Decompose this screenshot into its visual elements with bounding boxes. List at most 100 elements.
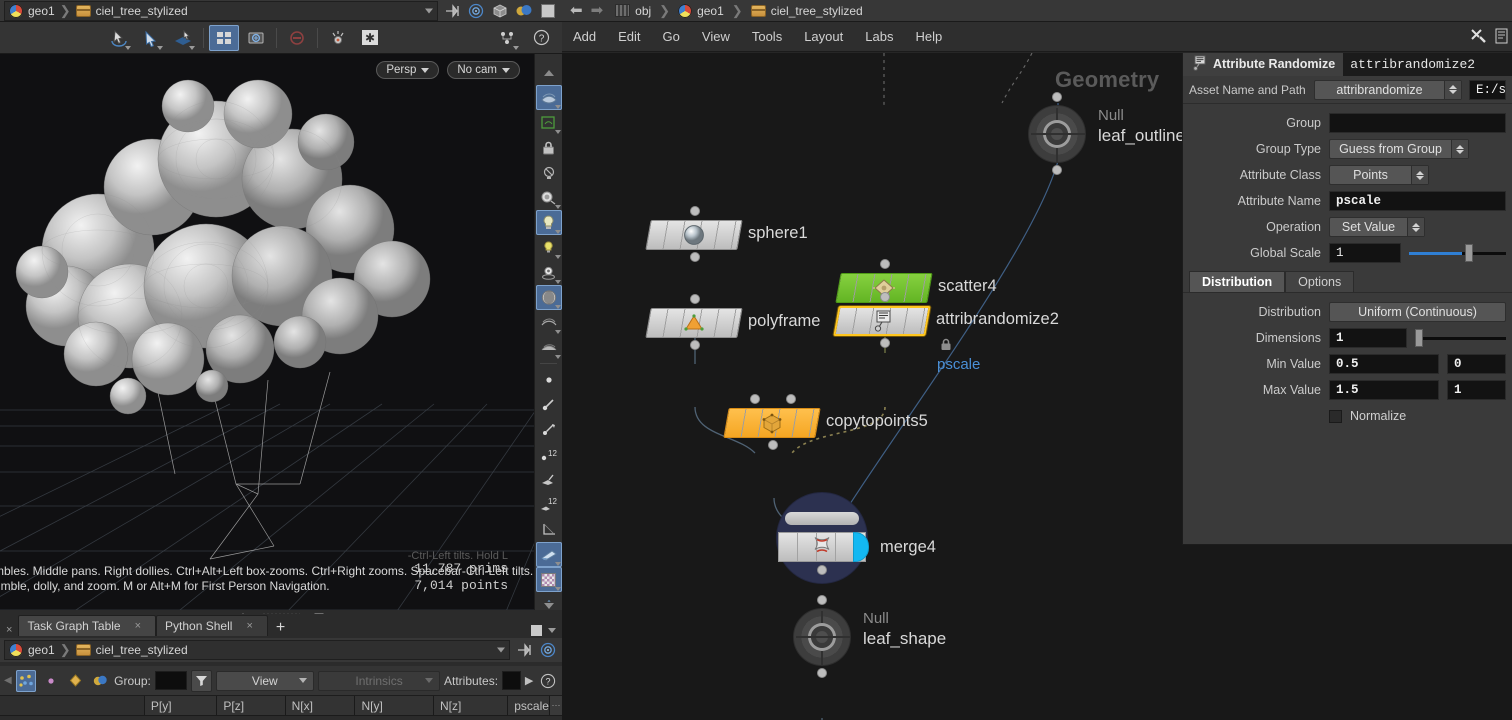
- help-icon[interactable]: ?: [537, 670, 558, 692]
- measure-icon[interactable]: [536, 517, 562, 542]
- group-input[interactable]: [154, 671, 187, 690]
- light-bulb-icon[interactable]: [535, 210, 562, 235]
- spreadsheet-path-field[interactable]: geo1 ❯ ciel_tree_stylized: [4, 640, 510, 660]
- node-output-connector[interactable]: [880, 338, 890, 348]
- column-header-ny[interactable]: N[y]: [355, 696, 435, 715]
- lock-icon[interactable]: [536, 135, 562, 160]
- operator-name-field[interactable]: attribrandomize2: [1343, 52, 1512, 76]
- stepper-icon[interactable]: [1411, 166, 1428, 184]
- tab-close-icon[interactable]: ×: [129, 620, 147, 632]
- node-output-connector[interactable]: [690, 252, 700, 262]
- param-input-max-value-x[interactable]: 1.5: [1329, 380, 1439, 400]
- node-attribrandomize2[interactable]: attribrandomize2 pscale: [833, 292, 1059, 373]
- menu-go[interactable]: Go: [652, 22, 691, 52]
- tab-options[interactable]: Options: [1285, 271, 1355, 292]
- light-tool-button[interactable]: [323, 25, 353, 51]
- intrinsics-dropdown[interactable]: Intrinsics: [318, 670, 440, 691]
- node-merge4-input-bar[interactable]: [785, 512, 859, 525]
- param-input-dimensions[interactable]: 1: [1329, 328, 1407, 348]
- node-polyframe[interactable]: polyframe: [645, 294, 820, 350]
- tab-close-icon[interactable]: ×: [240, 620, 258, 632]
- view-mode-dropdown[interactable]: Persp: [376, 61, 440, 79]
- menu-help[interactable]: Help: [904, 22, 953, 52]
- points-display-icon[interactable]: [536, 367, 562, 392]
- menu-edit[interactable]: Edit: [607, 22, 651, 52]
- param-dropdown-operation[interactable]: Set Value: [1329, 217, 1425, 237]
- point-markers-icon[interactable]: [536, 417, 562, 442]
- move-tool-button[interactable]: [136, 25, 166, 51]
- operator-type-tag[interactable]: Attribute Randomize: [1183, 52, 1344, 76]
- network-view-button[interactable]: [209, 24, 239, 51]
- asset-name-dropdown[interactable]: attribrandomize: [1314, 79, 1462, 100]
- ghost-geometry-icon[interactable]: [536, 110, 562, 135]
- tab-task-graph-table[interactable]: Task Graph Table ×: [18, 615, 157, 636]
- node-merge4[interactable]: merge4: [776, 492, 936, 584]
- menu-layout[interactable]: Layout: [793, 22, 854, 52]
- help-icon[interactable]: ?: [526, 25, 556, 51]
- node-leaf_shape[interactable]: Null leaf_shape: [793, 595, 946, 678]
- column-header-nz[interactable]: N[z]: [434, 696, 509, 715]
- wire-shaded-icon[interactable]: [536, 310, 562, 335]
- network-breadcrumb-subnode[interactable]: ciel_tree_stylized: [750, 4, 863, 18]
- pane-menu-icon[interactable]: [548, 628, 556, 633]
- tools-icon[interactable]: [1469, 27, 1487, 48]
- back-arrow-icon[interactable]: ⬅: [570, 3, 583, 18]
- chevron-down-icon[interactable]: [425, 8, 433, 13]
- column-options-icon[interactable]: ⋯: [549, 696, 562, 715]
- node-input-connector[interactable]: [880, 292, 890, 302]
- chevron-down-icon[interactable]: [497, 647, 505, 653]
- node-attribrandomize2-body[interactable]: [833, 306, 931, 336]
- node-input-connector-0[interactable]: [750, 394, 760, 404]
- node-sphere1[interactable]: sphere1: [645, 206, 808, 262]
- null-node-graphic[interactable]: [1028, 105, 1086, 163]
- points-mode-icon[interactable]: [15, 669, 37, 692]
- material-icon[interactable]: [513, 1, 535, 21]
- column-header-pz[interactable]: P[z]: [217, 696, 286, 715]
- scroll-up-icon[interactable]: [536, 60, 562, 85]
- tab-python-shell[interactable]: Python Shell ×: [156, 615, 268, 636]
- breadcrumb-geo1[interactable]: geo1: [9, 3, 55, 18]
- tab-distribution[interactable]: Distribution: [1189, 271, 1286, 292]
- view-dropdown[interactable]: View: [215, 670, 315, 691]
- vertex-mode-icon[interactable]: [40, 670, 61, 692]
- node-output-connector[interactable]: [1052, 165, 1062, 175]
- layout-icon[interactable]: [492, 25, 522, 51]
- wire-shaded-ghost-icon[interactable]: [536, 335, 562, 360]
- column-header-py[interactable]: P[y]: [144, 696, 218, 715]
- pin-icon[interactable]: [513, 640, 535, 660]
- asset-path-field[interactable]: E:/s: [1469, 79, 1506, 100]
- handle-tool-button[interactable]: [168, 25, 198, 51]
- prim-numbers-icon[interactable]: 12: [536, 492, 562, 517]
- node-output-connector[interactable]: [690, 340, 700, 350]
- no-light-icon[interactable]: [536, 160, 562, 185]
- node-output-connector[interactable]: [768, 440, 778, 450]
- slider-knob[interactable]: [1465, 244, 1474, 262]
- list-icon[interactable]: [1495, 28, 1508, 47]
- material-shading-icon[interactable]: [535, 285, 562, 310]
- swatch-icon[interactable]: [537, 1, 559, 21]
- snapshot-button[interactable]: ✱: [355, 25, 385, 51]
- add-tab-button[interactable]: +: [268, 620, 293, 636]
- point-numbers-icon[interactable]: 12: [536, 442, 562, 467]
- maximize-pane-icon[interactable]: [531, 625, 542, 636]
- param-input-attribute-name[interactable]: pscale: [1329, 191, 1506, 211]
- null-node-graphic[interactable]: [793, 608, 851, 666]
- slider-knob[interactable]: [1415, 329, 1423, 347]
- param-input-global-scale[interactable]: 1: [1329, 243, 1401, 263]
- pane-close-icon[interactable]: ×: [0, 624, 18, 636]
- node-output-connector[interactable]: [817, 565, 827, 575]
- sheet-prev-icon[interactable]: ◀: [4, 675, 12, 686]
- node-copytopoints5-body[interactable]: [723, 408, 821, 438]
- headlight-icon[interactable]: [536, 185, 562, 210]
- param-input-min-value-y[interactable]: 0: [1447, 354, 1506, 374]
- menu-view[interactable]: View: [691, 22, 741, 52]
- network-breadcrumb-geo1[interactable]: geo1: [678, 3, 724, 18]
- node-input-connector[interactable]: [880, 259, 890, 269]
- target-icon[interactable]: [537, 640, 559, 660]
- prim-normals-icon[interactable]: [536, 467, 562, 492]
- param-slider-global-scale[interactable]: [1409, 243, 1506, 263]
- light-place-icon[interactable]: [536, 260, 562, 285]
- texture-icon[interactable]: [535, 567, 562, 592]
- node-copytopoints5[interactable]: copytopoints5: [723, 394, 928, 450]
- select-tool-button[interactable]: [104, 25, 134, 51]
